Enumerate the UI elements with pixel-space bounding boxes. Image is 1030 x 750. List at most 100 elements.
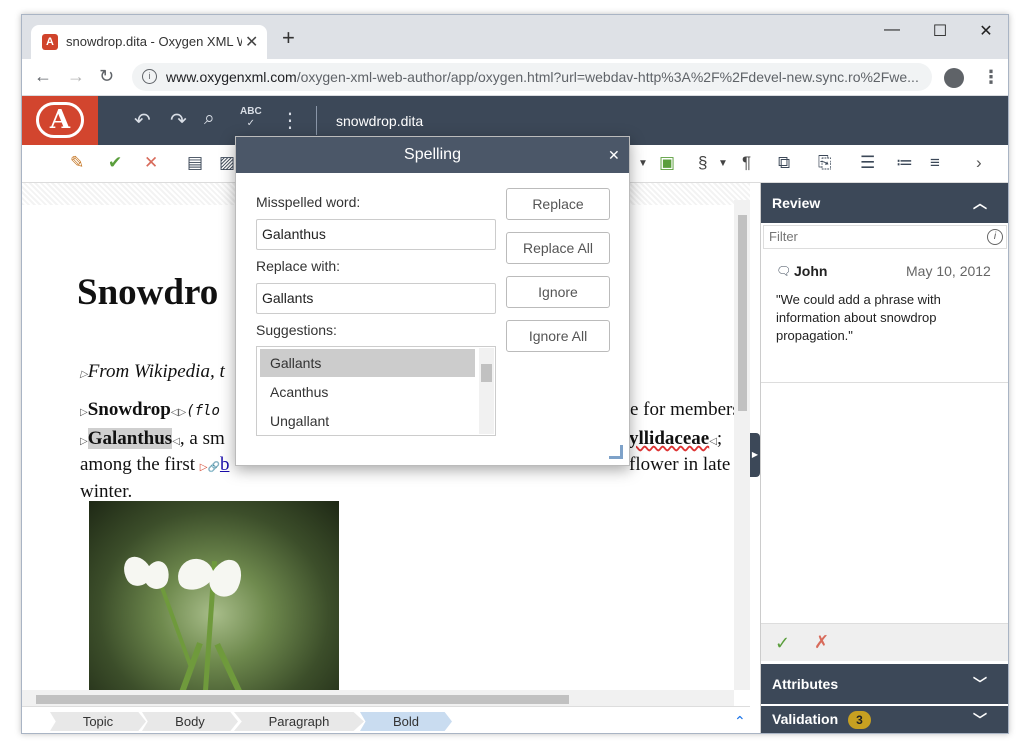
paragraph-icon[interactable]: ¶ [742, 153, 751, 173]
breadcrumb: Topic Body Paragraph Bold ⌃ [22, 706, 750, 733]
paragraph-line-end[interactable]: e for members [630, 399, 740, 421]
ignore-button[interactable]: Ignore [506, 276, 610, 308]
undo-icon[interactable]: ↶ [134, 108, 151, 133]
bulleted-list-icon[interactable]: ≔ [896, 153, 913, 173]
navigation-bar: ← → ↻ i www.oxygenxml.com/oxygen-xml-web… [22, 59, 1008, 96]
resize-handle-icon[interactable] [609, 445, 623, 459]
review-filter: i [763, 225, 1007, 249]
paragraph-line[interactable]: winter. [80, 481, 132, 503]
tag-marker-icon: ◁▷ [170, 407, 187, 418]
close-window-icon[interactable]: ✕ [966, 21, 1006, 41]
accept-change-icon[interactable]: ✔ [108, 153, 122, 173]
snowdrop-image[interactable] [89, 501, 339, 706]
panel-toggle-handle[interactable]: ▶ [750, 433, 760, 477]
breadcrumb-bold[interactable]: Bold [360, 712, 452, 731]
ignore-all-button[interactable]: Ignore All [506, 320, 610, 352]
suggestions-scrollbar[interactable] [479, 348, 494, 434]
track-changes-icon[interactable]: ✎ [70, 153, 84, 173]
reject-change-icon[interactable]: ✕ [144, 153, 158, 173]
account-icon[interactable] [944, 68, 964, 88]
insert-list-item-icon[interactable]: ☰ [860, 153, 875, 173]
browser-menu-icon[interactable]: ⋮ [982, 67, 1000, 88]
oxygen-favicon-icon: A [42, 34, 58, 50]
breadcrumb-topic[interactable]: Topic [50, 712, 146, 731]
comment-author: John [794, 263, 828, 279]
breadcrumb-paragraph[interactable]: Paragraph [234, 712, 364, 731]
link-icon: ▷🔗 [199, 462, 220, 473]
browser-tab[interactable]: A snowdrop.dita - Oxygen XML We ✕ [31, 25, 267, 59]
replace-with-field[interactable]: Gallants [256, 283, 496, 314]
more-menu-icon[interactable]: ⋮ [280, 108, 300, 133]
back-icon[interactable]: ← [34, 66, 52, 87]
paragraph-line-end[interactable]: yllidaceae◁; [629, 428, 722, 450]
redo-icon[interactable]: ↷ [170, 108, 187, 133]
misspelled-word: Galanthus [87, 428, 173, 449]
paragraph-line[interactable]: ▷Galanthus◁, a sm [80, 428, 225, 450]
suggestions-label: Suggestions: [256, 322, 337, 338]
text-link[interactable]: b [220, 454, 230, 475]
edit-comment-icon[interactable]: ▨ [219, 153, 235, 173]
review-comment[interactable]: 🗨 John May 10, 2012 "We could add a phra… [761, 251, 1008, 383]
replace-with-label: Replace with: [256, 258, 341, 274]
paragraph-line[interactable]: among the first ▷🔗b [80, 454, 229, 476]
review-header[interactable]: Review ︿ [761, 183, 1008, 223]
attributes-header[interactable]: Attributes ﹀ [761, 664, 1008, 704]
suggestion-item[interactable]: Gallants [260, 349, 475, 377]
dropdown-arrow-icon[interactable]: ▼ [638, 158, 648, 169]
editor-vertical-scroll-thumb[interactable] [738, 215, 747, 411]
insert-image-icon[interactable]: ▣ [659, 153, 675, 173]
search-icon[interactable]: ⌕ [204, 108, 215, 130]
add-comment-icon[interactable]: ▤ [187, 153, 203, 173]
tab-title: snowdrop.dita - Oxygen XML We [66, 34, 242, 49]
site-info-icon[interactable]: i [142, 69, 157, 84]
breadcrumb-body[interactable]: Body [142, 712, 238, 731]
toolbar-more-icon[interactable]: › [976, 153, 982, 173]
paragraph-source[interactable]: ▷From Wikipedia, t [80, 361, 225, 383]
suggestion-item[interactable]: Ungallant [260, 407, 475, 435]
spell-check-icon[interactable]: ABC ✓ [240, 106, 262, 130]
misspelled-label: Misspelled word: [256, 194, 361, 210]
replace-button[interactable]: Replace [506, 188, 610, 220]
paragraph-line-end[interactable]: flower in late [629, 454, 730, 476]
chevron-down-icon: ﹀ [973, 712, 987, 728]
suggestion-item[interactable]: Acanthus [260, 378, 475, 406]
suggestions-scroll-thumb[interactable] [481, 364, 492, 382]
misspelled-field[interactable]: Galanthus [256, 219, 496, 250]
tag-marker-icon: ▷ [80, 369, 88, 380]
new-tab-icon[interactable]: + [282, 27, 295, 49]
oxygen-logo: A [22, 96, 98, 145]
expand-up-icon[interactable]: ⌃ [734, 713, 746, 730]
tag-marker-icon: ▷ [80, 407, 88, 418]
numbered-list-icon[interactable]: ≡ [930, 153, 940, 173]
dialog-title[interactable]: Spelling [236, 137, 629, 173]
forward-icon[interactable]: → [67, 66, 85, 87]
insert-section-icon[interactable]: § [698, 153, 707, 173]
accept-all-icon[interactable]: ✓ [775, 633, 790, 654]
validation-count-badge: 3 [848, 711, 871, 729]
minimize-icon[interactable]: — [872, 21, 912, 39]
tag-marker-icon: ◁ [172, 436, 180, 447]
editor-horizontal-scroll-thumb[interactable] [36, 695, 569, 704]
reload-icon[interactable]: ↻ [99, 66, 114, 87]
reject-all-icon[interactable]: ✗ [814, 632, 829, 653]
info-icon[interactable]: i [987, 229, 1003, 245]
close-icon[interactable]: ✕ [608, 137, 620, 173]
validation-header[interactable]: Validation 3 ﹀ [761, 706, 1008, 733]
document-title[interactable]: Snowdro [77, 271, 218, 314]
spell-check-label: ABC [240, 106, 262, 117]
close-tab-icon[interactable]: ✕ [245, 32, 258, 52]
maximize-icon[interactable]: ☐ [920, 21, 960, 41]
side-panel: Review ︿ i 🗨 John May 10, 2012 "We could… [760, 183, 1008, 733]
replace-all-button[interactable]: Replace All [506, 232, 610, 264]
filter-input[interactable] [769, 229, 969, 244]
tag-marker-icon: ▷ [80, 436, 88, 447]
validation-label: Validation [772, 711, 839, 727]
chevron-up-icon: ︿ [973, 195, 987, 211]
address-bar[interactable]: i www.oxygenxml.com/oxygen-xml-web-autho… [132, 63, 932, 91]
paragraph-line[interactable]: ▷Snowdrop◁▷(flo [80, 399, 220, 421]
insert-reference-icon[interactable]: ⎘ [818, 153, 832, 173]
stem-shape [158, 583, 194, 669]
cloud-logo-icon: A [36, 102, 84, 138]
section-dropdown-icon[interactable]: ▼ [718, 158, 728, 169]
insert-element-icon[interactable]: ⧉ [778, 153, 790, 173]
